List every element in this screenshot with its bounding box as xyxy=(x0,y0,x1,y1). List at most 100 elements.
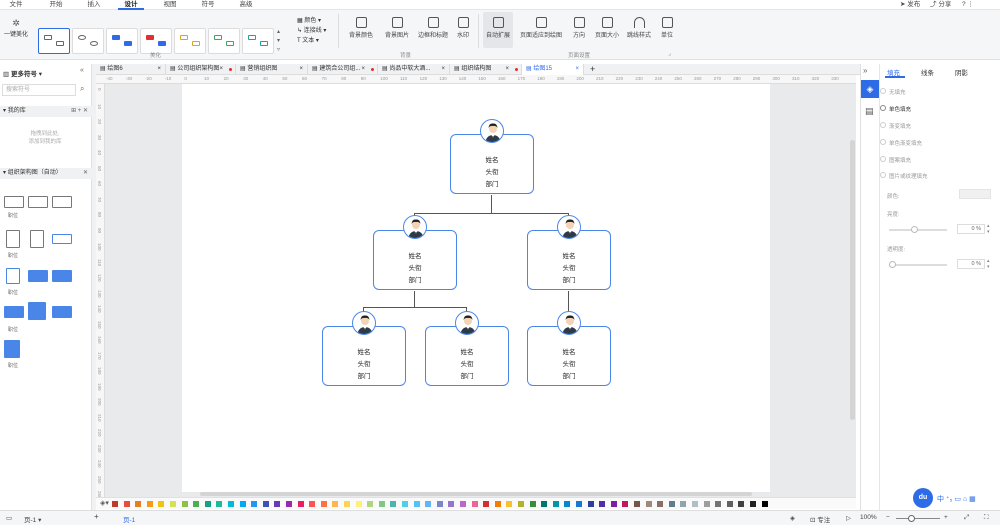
color-swatch[interactable] xyxy=(332,501,339,507)
theme-style-3[interactable] xyxy=(106,28,138,54)
tab-document[interactable]: ▤ 绘图15 × xyxy=(522,64,584,75)
color-picker[interactable] xyxy=(959,189,991,199)
assistant-logo-icon[interactable]: du xyxy=(913,488,933,508)
org-shape[interactable] xyxy=(52,306,72,318)
menu-insert[interactable]: 插入 xyxy=(82,0,106,10)
ime-toolbar[interactable]: 中 ⁺₅ ▭ ⌂ ▦ xyxy=(937,494,976,504)
page-selector[interactable]: 页-1 ▾ xyxy=(24,514,41,524)
fit-screen-icon[interactable]: ⤢ xyxy=(964,514,969,522)
color-swatch[interactable] xyxy=(367,501,374,507)
transparency-stepper[interactable]: ▴ ▾ xyxy=(987,258,990,270)
radio[interactable] xyxy=(880,156,886,162)
color-swatch[interactable] xyxy=(622,501,629,507)
horizontal-scrollbar[interactable] xyxy=(200,492,752,496)
close-tab-icon[interactable]: × xyxy=(505,64,509,75)
color-swatch[interactable] xyxy=(715,501,722,507)
color-swatch[interactable] xyxy=(286,501,292,507)
color-swatch[interactable] xyxy=(506,501,513,507)
tab-shadow[interactable]: 阴影 xyxy=(955,67,968,77)
fill-option-none[interactable]: 无填充 xyxy=(880,88,906,96)
color-swatch[interactable] xyxy=(552,501,559,507)
color-swatch[interactable] xyxy=(645,501,652,507)
org-shape[interactable] xyxy=(52,270,72,282)
color-swatch[interactable] xyxy=(123,501,130,507)
color-swatch[interactable] xyxy=(703,501,710,507)
color-swatch[interactable] xyxy=(425,501,432,507)
zoom-slider-knob[interactable] xyxy=(908,515,915,522)
org-shape[interactable] xyxy=(28,196,48,208)
color-swatch[interactable] xyxy=(634,501,640,507)
symbol-search-input[interactable]: 搜索符号 xyxy=(2,84,76,96)
fill-option-gradient[interactable]: 渐变填充 xyxy=(880,122,911,130)
zoom-slider[interactable] xyxy=(896,515,940,522)
color-swatch[interactable] xyxy=(657,501,664,507)
add-page-button[interactable]: + xyxy=(94,512,99,521)
brightness-slider[interactable] xyxy=(889,226,947,233)
color-swatch[interactable] xyxy=(471,501,478,507)
collapse-panel-icon[interactable]: « xyxy=(80,67,84,74)
close-tab-icon[interactable]: × xyxy=(219,64,223,75)
org-shape[interactable] xyxy=(28,302,46,320)
org-shape[interactable] xyxy=(4,306,24,318)
color-swatch[interactable] xyxy=(390,501,397,507)
color-swatch[interactable] xyxy=(135,501,142,507)
slider-knob[interactable] xyxy=(911,226,918,233)
close-tab-icon[interactable]: × xyxy=(361,64,365,75)
unit-button[interactable]: 单位 xyxy=(656,14,678,39)
background-image-button[interactable]: 背景图片 xyxy=(382,14,412,39)
watermark-button[interactable]: 水印 xyxy=(452,14,474,39)
org-shape[interactable] xyxy=(6,268,20,284)
color-swatch[interactable] xyxy=(576,501,582,507)
menu-view[interactable]: 视图 xyxy=(158,0,182,10)
color-swatch[interactable] xyxy=(228,501,234,507)
org-chart-node[interactable]: 姓名 头衔 部门 xyxy=(450,134,534,194)
color-swatch[interactable] xyxy=(274,501,281,507)
tab-document[interactable]: ▤ 建筑合公司组... × xyxy=(308,64,378,75)
my-library-header[interactable]: ▾ 我的库 ⊞ + ✕ xyxy=(0,106,92,117)
page-view-icon[interactable]: ▭ xyxy=(6,514,12,522)
zoom-in-button[interactable]: + xyxy=(944,514,948,521)
one-click-beautify-button[interactable]: ✲ 一键美化 xyxy=(3,18,29,38)
org-chart-node[interactable]: 姓名 头衔 部门 xyxy=(373,230,457,290)
publish-button[interactable]: ➤ 发布 xyxy=(900,0,920,10)
theme-scroll-arrows[interactable]: ▴ ▾ ▿ xyxy=(277,28,280,55)
tab-document[interactable]: ▤ 组织结构图 × xyxy=(450,64,522,75)
brightness-input[interactable]: 0 % xyxy=(957,224,985,234)
org-shape[interactable] xyxy=(52,196,72,208)
color-swatch[interactable] xyxy=(413,501,420,507)
radio[interactable] xyxy=(880,172,886,178)
color-swatch[interactable] xyxy=(309,501,316,507)
page-properties-icon[interactable]: ▤ xyxy=(865,106,874,117)
color-swatch[interactable] xyxy=(216,501,223,507)
color-swatch[interactable] xyxy=(355,501,362,507)
color-swatch[interactable] xyxy=(251,501,258,507)
menu-design[interactable]: 设计 xyxy=(118,0,144,10)
vertical-scrollbar[interactable] xyxy=(850,140,855,420)
orientation-button[interactable]: 方向 xyxy=(566,14,592,39)
tab-line[interactable]: 线条 xyxy=(921,67,934,77)
color-swatch[interactable] xyxy=(680,501,687,507)
color-swatch[interactable] xyxy=(344,501,350,507)
color-dropdown[interactable]: ▦ 颜色 ▾ xyxy=(297,16,326,26)
color-swatch[interactable] xyxy=(158,501,165,507)
text-dropdown[interactable]: T 文本 ▾ xyxy=(297,36,326,46)
color-swatch[interactable] xyxy=(564,501,571,507)
fill-option-pattern[interactable]: 图案填充 xyxy=(880,156,911,164)
menu-file[interactable]: 文件 xyxy=(4,0,28,10)
color-swatch[interactable] xyxy=(204,501,211,507)
play-icon[interactable]: ▷ xyxy=(846,514,851,522)
org-shape[interactable] xyxy=(4,196,24,208)
color-swatch[interactable] xyxy=(750,501,756,507)
layers-icon[interactable]: ◈ xyxy=(790,514,795,522)
fit-page-to-drawing-button[interactable]: 页面适应到绘图 xyxy=(518,14,564,39)
org-chart-node[interactable]: 姓名 头衔 部门 xyxy=(527,326,611,386)
page-tab[interactable]: 页-1 xyxy=(123,514,135,524)
org-shape[interactable] xyxy=(28,270,48,282)
color-swatch[interactable] xyxy=(529,501,536,507)
color-swatch[interactable] xyxy=(541,501,548,507)
menu-home[interactable]: 开始 xyxy=(44,0,68,10)
org-chart-node[interactable]: 姓名 头衔 部门 xyxy=(425,326,509,386)
border-title-button[interactable]: 边框和标题 xyxy=(416,14,450,39)
org-shape[interactable] xyxy=(6,230,20,248)
color-swatch[interactable] xyxy=(170,501,176,507)
